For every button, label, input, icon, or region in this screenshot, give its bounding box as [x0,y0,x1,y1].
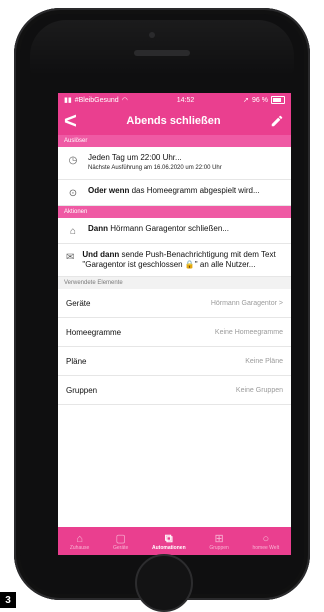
clock-icon: ◷ [68,155,78,166]
garage-icon: ⌂ [69,226,77,237]
section-header-trigger: Auslöser [58,135,291,147]
trigger-homeegram-row[interactable]: ⊙ Oder wenn das Homeegramm abgespielt wi… [58,180,291,206]
tab-bar: ⌂ Zuhause ▢ Geräte ⧉ Automationen ⊞ Grup… [58,527,291,555]
action-row-push[interactable]: ✉ Und dann sende Push-Benachrichtigung m… [58,244,291,277]
automation-icon: ⧉ [164,533,173,545]
tab-world[interactable]: ○ homee Welt [253,533,280,551]
groups-icon: ⊞ [214,533,224,545]
tab-label: homee Welt [252,545,280,551]
detail-label: Homeegramme [66,327,122,337]
wifi-icon: ◠ [121,97,128,104]
detail-row-devices[interactable]: Geräte Hörmann Garagentor > [58,289,291,318]
back-button[interactable]: < [64,110,78,132]
detail-label: Geräte [66,298,91,308]
figure-label: 3 [0,592,16,608]
tab-groups[interactable]: ⊞ Gruppen [209,533,228,551]
action-prefix-1: Dann [88,224,108,233]
schedule-text: Jeden Tag um 22:00 Uhr... [88,153,182,162]
tab-label: Gruppen [209,545,229,551]
tab-label: Zuhause [69,545,90,551]
time-label: 14:52 [176,96,195,104]
tab-label: Geräte [113,545,129,551]
tab-home[interactable]: ⌂ Zuhause [70,533,89,551]
phone-gloss [30,20,294,76]
detail-value: Hörmann Garagentor > [210,299,283,307]
action-row-garage[interactable]: ⌂ Dann Hörmann Garagentor schließen... [58,218,291,244]
world-icon: ○ [262,533,270,545]
detail-value: Keine Pläne [245,357,283,365]
section-header-actions: Aktionen [58,206,291,218]
section-header-used-elements: Verwendete Elemente [58,277,291,289]
action-prefix-2: Und dann [82,250,120,259]
next-execution-text: Nächste Ausführung am 16.06.2020 um 22:0… [88,165,222,171]
device-icon: ▢ [115,533,126,545]
action-text-1: Hörmann Garagentor schließen... [108,224,229,233]
detail-label: Gruppen [66,385,98,395]
carrier-label: #BleibGesund [74,96,119,104]
home-icon: ⌂ [76,533,83,545]
detail-row-plans[interactable]: Pläne Keine Pläne [58,347,291,376]
detail-row-groups[interactable]: Gruppen Keine Gruppen [58,376,291,405]
detail-row-homeegrams[interactable]: Homeegramme Keine Homeegramme [58,318,291,347]
app-screen: ▮▮ #BleibGesund ◠ 14:52 ➚ 96 % < Abends … [58,93,291,555]
or-prefix: Oder wenn [88,186,130,195]
detail-label: Pläne [66,356,87,366]
envelope-icon: ✉ [66,252,75,263]
phone-frame: ▮▮ #BleibGesund ◠ 14:52 ➚ 96 % < Abends … [14,8,310,612]
location-icon: ➚ [243,97,250,104]
front-camera [149,32,155,38]
tab-automations[interactable]: ⧉ Automationen [152,533,186,551]
battery-icon [271,96,285,104]
or-text: das Homeegramm abgespielt wird... [129,186,260,195]
signal-icon: ▮▮ [64,97,72,104]
nav-bar: < Abends schließen [58,107,291,135]
tab-devices[interactable]: ▢ Geräte [113,533,128,551]
page-title: Abends schließen [126,115,221,127]
battery-label: 96 % [252,96,268,104]
speaker-grille [134,50,190,56]
status-bar: ▮▮ #BleibGesund ◠ 14:52 ➚ 96 % [58,93,291,107]
trigger-schedule-row[interactable]: ◷ Jeden Tag um 22:00 Uhr... Nächste Ausf… [58,147,291,180]
edit-button[interactable] [269,113,285,129]
tab-label: Automationen [152,545,186,551]
detail-value: Keine Homeegramme [214,328,283,336]
play-circle-icon: ⊙ [68,188,78,199]
home-button[interactable] [135,554,193,612]
pencil-icon [271,115,283,127]
detail-value: Keine Gruppen [235,386,283,394]
